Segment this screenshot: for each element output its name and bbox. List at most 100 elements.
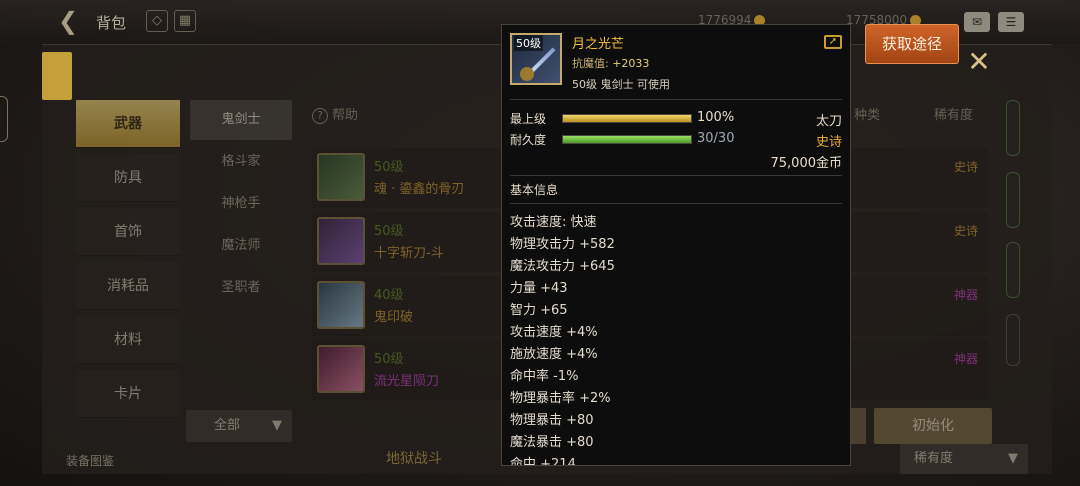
item-icon [317,345,365,393]
divider [510,175,842,176]
acquire-route-button[interactable]: 获取途径 [865,24,959,64]
column-type[interactable]: 种类 [854,104,880,123]
close-icon[interactable]: ✕ [964,48,994,78]
upgrade-percent: 100% [697,110,735,125]
item-rarity: 神器 [953,352,978,366]
category-accessory[interactable]: 首饰 [76,208,180,256]
sort-label: 稀有度 [914,451,954,466]
guard-shape [520,67,534,81]
durability-label: 耐久度 [510,133,547,147]
sword-icon: 50级 [510,33,562,85]
divider [510,99,842,100]
durability-bar-fill [563,136,691,143]
side-drawer-handle[interactable] [0,96,8,142]
stat-line: 力量 +43 [510,281,568,296]
stat-line: 魔法暴击 +80 [510,435,594,450]
item-level: 50级 [374,160,404,175]
item-rarity: 神器 [953,288,978,302]
sort-dropdown[interactable]: 稀有度 ▼ [900,444,1028,474]
class-gunner[interactable]: 神枪手 [190,184,292,224]
category-armor[interactable]: 防具 [76,154,180,202]
rarity-text: 史诗 [815,135,842,150]
stat-line: 物理暴击 +80 [510,413,594,428]
stat-line: 物理暴击率 +2% [510,391,611,406]
stat-line: 智力 +65 [510,303,568,318]
filter-label: 全部 [214,418,241,433]
grid-icon[interactable]: ▦ [174,10,196,32]
stat-line: 施放速度 +4% [510,347,598,362]
divider [510,203,842,204]
category-weapon[interactable]: 武器 [76,100,180,148]
category-label: 防具 [114,170,142,186]
icon-level: 50级 [514,35,543,51]
magic-resist: 抗魔值: +2033 [572,55,649,71]
item-level: 50级 [374,224,404,239]
column-rarity[interactable]: 稀有度 [934,104,973,123]
class-label: 魔法师 [221,238,261,253]
item-level: 50级 [374,352,404,367]
category-label: 武器 [114,116,142,132]
category-label: 消耗品 [107,278,149,294]
equipment-collection-link[interactable]: 装备图鉴 [66,452,114,469]
category-label: 首饰 [114,224,142,240]
usable-text: 50级 鬼剑士 可使用 [572,78,670,91]
class-mage[interactable]: 魔法师 [190,226,292,266]
durability-value: 30/30 [697,131,735,146]
stat-line: 魔法攻击力 +645 [510,259,615,274]
class-label: 圣职者 [221,280,261,295]
class-label: 鬼剑士 [221,112,261,127]
item-icon [317,281,365,329]
inventory-tab-marker[interactable] [42,52,72,100]
chevron-down-icon: ▼ [272,418,282,433]
hell-battle-label[interactable]: 地狱战斗 [386,448,442,468]
item-name: 魂 · 鎏鑫的骨刃 [374,182,465,197]
class-label: 格斗家 [221,154,261,169]
basic-info-heading: 基本信息 [510,183,559,197]
weapon-type: 太刀 [815,114,842,129]
item-title: 月之光芒 [572,37,625,52]
upgrade-label: 最上级 [510,112,547,126]
upgrade-bar-fill [563,115,691,122]
class-label: 神枪手 [221,196,261,211]
diamond-icon[interactable]: ◇ [146,10,168,32]
mail-icon[interactable]: ✉ [964,12,990,32]
category-card[interactable]: 卡片 [76,370,180,418]
page-title: 背包 [96,14,127,32]
help-button[interactable]: ? 帮助 [312,104,358,124]
chat-icon[interactable]: ☰ [998,12,1024,32]
category-consumable[interactable]: 消耗品 [76,262,180,310]
class-priest[interactable]: 圣职者 [190,268,292,308]
slot-indicator [1006,100,1020,156]
slot-indicator [1006,314,1020,366]
item-level: 40级 [374,288,404,303]
durability-bar [562,135,692,144]
help-label: 帮助 [332,108,359,123]
item-icon [317,153,365,201]
category-label: 材料 [114,332,142,348]
stat-line: 命中 +214 [510,457,576,466]
class-slayer[interactable]: 鬼剑士 [190,100,292,140]
share-icon[interactable]: ➚ [824,35,842,49]
stat-line: 物理攻击力 +582 [510,237,615,252]
category-label: 卡片 [114,386,142,402]
item-rarity: 史诗 [953,224,978,238]
item-icon [317,217,365,265]
category-material[interactable]: 材料 [76,316,180,364]
magic-resist-label: 抗魔值: [572,57,609,70]
stat-line: 命中率 -1% [510,369,579,384]
reset-button[interactable]: 初始化 [874,408,992,444]
back-arrow-icon[interactable]: ❮ [58,8,84,34]
magic-resist-value: +2033 [612,57,650,70]
slot-indicator [1006,242,1020,298]
item-rarity: 史诗 [953,160,978,174]
slot-indicator [1006,172,1020,228]
class-fighter[interactable]: 格斗家 [190,142,292,182]
item-name: 鬼印破 [374,310,414,325]
filter-dropdown[interactable]: 全部 ▼ [186,410,292,442]
item-name: 十字斩刀-斗 [374,246,444,261]
stat-line: 攻击速度 +4% [510,325,598,340]
price-text: 75,000金币 [770,156,843,171]
help-icon: ? [312,108,328,124]
chevron-down-icon: ▼ [1008,451,1018,466]
item-name: 流光星陨刀 [374,374,440,389]
